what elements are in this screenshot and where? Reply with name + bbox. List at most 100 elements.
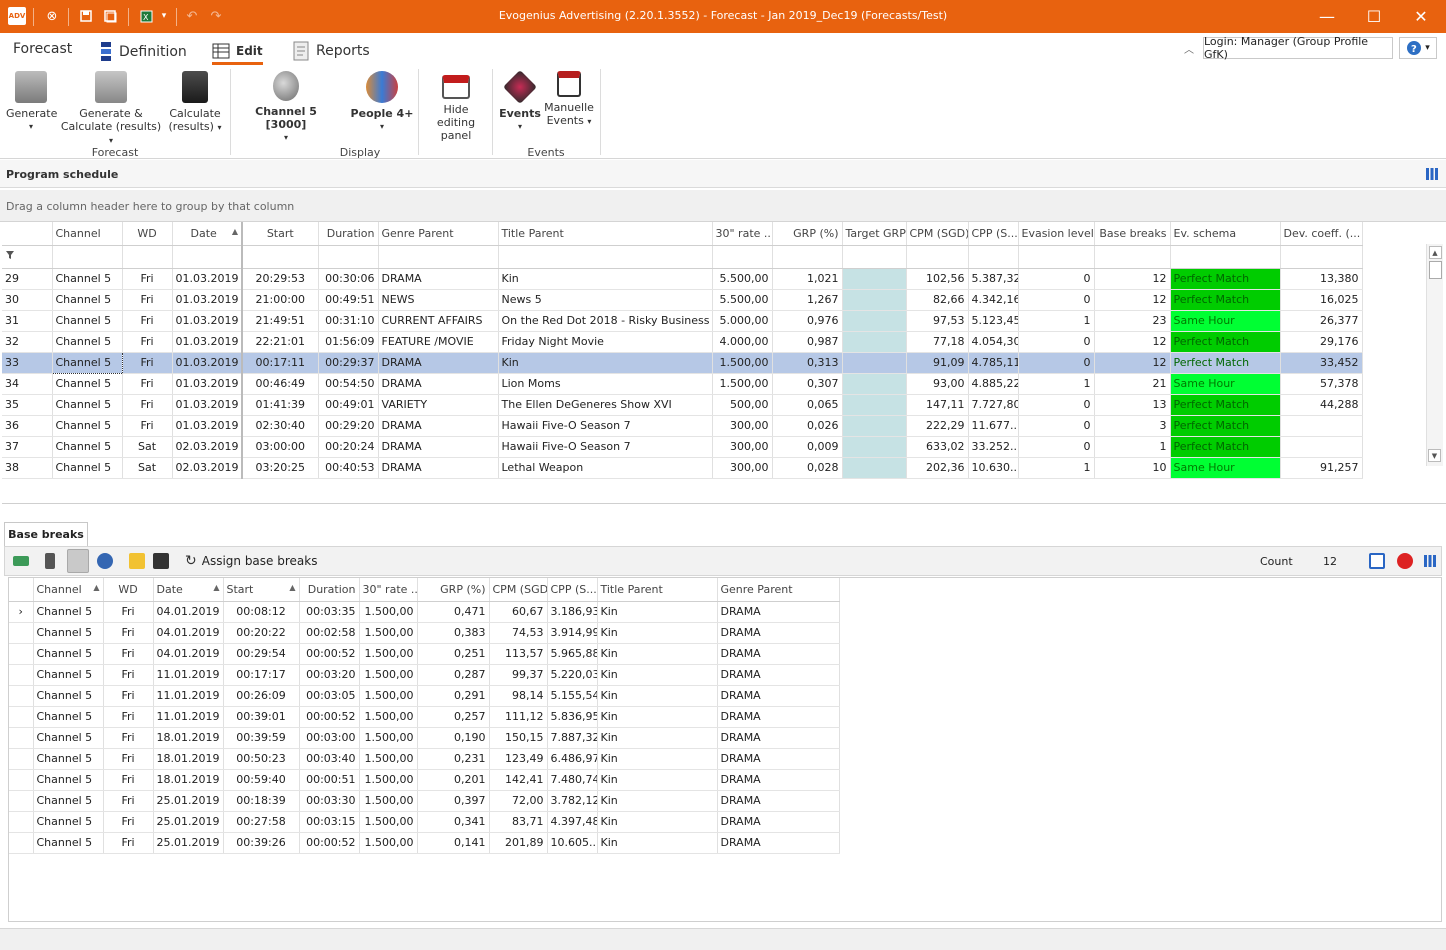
- cell-genre-parent[interactable]: DRAMA: [717, 811, 840, 833]
- cell-date[interactable]: 11.01.2019: [153, 664, 224, 686]
- cell-cpm[interactable]: 98,14: [489, 685, 548, 707]
- tab-edit[interactable]: Edit: [212, 43, 263, 65]
- column-chooser-icon[interactable]: [1423, 554, 1437, 571]
- cell-cpm[interactable]: 202,36: [906, 457, 969, 479]
- filter-cell[interactable]: [122, 245, 173, 269]
- cell-dev-coeff[interactable]: 13,380: [1280, 268, 1363, 290]
- cell-target-grp[interactable]: [842, 310, 907, 332]
- open-folder-icon[interactable]: [129, 553, 145, 569]
- cell-cpm[interactable]: 123,49: [489, 748, 548, 770]
- cell-cpm[interactable]: 83,71: [489, 811, 548, 833]
- cell-wd[interactable]: Fri: [122, 415, 173, 437]
- filter-cell[interactable]: [1094, 245, 1171, 269]
- row-number[interactable]: 32: [2, 331, 53, 353]
- cell-rate[interactable]: 1.500,00: [359, 748, 418, 770]
- filter-cell[interactable]: [712, 245, 773, 269]
- cell-genre-parent[interactable]: NEWS: [378, 289, 499, 311]
- cell-wd[interactable]: Fri: [103, 727, 154, 749]
- save-icon[interactable]: [153, 553, 169, 569]
- cell-channel[interactable]: Channel 5: [33, 769, 104, 791]
- col-header-dev-coeff[interactable]: Dev. coeff. (...: [1280, 222, 1363, 246]
- cell-cpm[interactable]: 97,53: [906, 310, 969, 332]
- filter-cell[interactable]: [1018, 245, 1095, 269]
- filter-cell[interactable]: [1170, 245, 1281, 269]
- cell-grp[interactable]: 0,291: [417, 685, 490, 707]
- col-header-title-parent[interactable]: Title Parent: [597, 578, 718, 602]
- cell-genre-parent[interactable]: DRAMA: [717, 664, 840, 686]
- cell-channel[interactable]: Channel 5: [52, 436, 123, 458]
- target-group-selector[interactable]: People 4+ ▾: [350, 71, 414, 133]
- col-header-genre-parent[interactable]: Genre Parent: [717, 578, 840, 602]
- cell-base-breaks[interactable]: 12: [1094, 352, 1171, 374]
- cell-target-grp[interactable]: [842, 394, 907, 416]
- info-icon[interactable]: [97, 553, 113, 569]
- cell-cpm[interactable]: 113,57: [489, 643, 548, 665]
- cell-start[interactable]: 01:41:39: [241, 394, 319, 416]
- cell-date[interactable]: 01.03.2019: [172, 331, 243, 353]
- row-indicator[interactable]: [9, 643, 34, 665]
- cell-duration[interactable]: 00:00:51: [299, 769, 360, 791]
- col-header-cpm[interactable]: CPM (SGD): [489, 578, 548, 602]
- cell-genre-parent[interactable]: DRAMA: [717, 769, 840, 791]
- cell-cpp[interactable]: 10.605...: [547, 832, 598, 854]
- cell-channel[interactable]: Channel 5: [52, 457, 123, 479]
- cell-evasion-levels[interactable]: 1: [1018, 373, 1095, 395]
- cell-channel[interactable]: Channel 5: [33, 790, 104, 812]
- row-number[interactable]: 35: [2, 394, 53, 416]
- cell-channel[interactable]: Channel 5: [33, 664, 104, 686]
- cell-cpp[interactable]: 3.782,12: [547, 790, 598, 812]
- cell-grp[interactable]: 0,190: [417, 727, 490, 749]
- cell-genre-parent[interactable]: DRAMA: [717, 790, 840, 812]
- col-header-grp[interactable]: GRP (%): [772, 222, 843, 246]
- cell-start[interactable]: 02:30:40: [241, 415, 319, 437]
- cell-date[interactable]: 25.01.2019: [153, 832, 224, 854]
- row-number[interactable]: 33: [2, 352, 53, 374]
- cell-dev-coeff[interactable]: 33,452: [1280, 352, 1363, 374]
- cell-genre-parent[interactable]: DRAMA: [378, 268, 499, 290]
- cell-title-parent[interactable]: Kin: [597, 769, 718, 791]
- table-row[interactable]: Channel 5 Fri 11.01.2019 00:26:09 00:03:05 1.…: [9, 685, 840, 707]
- cell-date[interactable]: 01.03.2019: [172, 373, 243, 395]
- cell-genre-parent[interactable]: DRAMA: [717, 706, 840, 728]
- cell-cpm[interactable]: 91,09: [906, 352, 969, 374]
- cell-start[interactable]: 00:50:23: [223, 748, 300, 770]
- cell-duration[interactable]: 00:54:50: [318, 373, 379, 395]
- cell-cpm[interactable]: 93,00: [906, 373, 969, 395]
- cell-rate[interactable]: 1.500,00: [359, 832, 418, 854]
- cell-target-grp[interactable]: [842, 457, 907, 479]
- filter-cell[interactable]: [172, 245, 243, 269]
- cell-title-parent[interactable]: Kin: [498, 352, 713, 374]
- cell-cpp[interactable]: 5.220,03: [547, 664, 598, 686]
- cell-grp[interactable]: 0,397: [417, 790, 490, 812]
- cell-start[interactable]: 21:00:00: [241, 289, 319, 311]
- filter-clear-icon[interactable]: [1369, 553, 1385, 569]
- cell-target-grp[interactable]: [842, 352, 907, 374]
- cell-dev-coeff[interactable]: 44,288: [1280, 394, 1363, 416]
- cell-rate[interactable]: 1.500,00: [359, 685, 418, 707]
- cell-title-parent[interactable]: News 5: [498, 289, 713, 311]
- cell-evasion-levels[interactable]: 1: [1018, 310, 1095, 332]
- filter-cell[interactable]: [772, 245, 843, 269]
- cell-title-parent[interactable]: Kin: [498, 268, 713, 290]
- col-header-rate[interactable]: 30" rate ...: [359, 578, 418, 602]
- cell-evasion-levels[interactable]: 0: [1018, 352, 1095, 374]
- row-indicator[interactable]: [9, 790, 34, 812]
- cell-date[interactable]: 04.01.2019: [153, 622, 224, 644]
- minimize-button[interactable]: —: [1304, 0, 1350, 33]
- col-header-wd[interactable]: WD: [103, 578, 154, 602]
- cell-ev-schema[interactable]: Same Hour: [1170, 373, 1281, 395]
- cell-evasion-levels[interactable]: 0: [1018, 415, 1095, 437]
- cell-grp[interactable]: 0,341: [417, 811, 490, 833]
- cell-channel[interactable]: Channel 5: [33, 601, 104, 623]
- filter-cell[interactable]: [52, 245, 123, 269]
- cell-title-parent[interactable]: Kin: [597, 790, 718, 812]
- cell-ev-schema[interactable]: Perfect Match: [1170, 331, 1281, 353]
- cell-channel[interactable]: Channel 5: [33, 706, 104, 728]
- cell-grp[interactable]: 0,141: [417, 832, 490, 854]
- cell-title-parent[interactable]: Lion Moms: [498, 373, 713, 395]
- cell-evasion-levels[interactable]: 1: [1018, 457, 1095, 479]
- col-header-cpm[interactable]: CPM (SGD): [906, 222, 969, 246]
- cell-date[interactable]: 02.03.2019: [172, 436, 243, 458]
- table-row[interactable]: Channel 5 Fri 11.01.2019 00:39:01 00:00:52 1.…: [9, 706, 840, 728]
- cell-ev-schema[interactable]: Same Hour: [1170, 457, 1281, 479]
